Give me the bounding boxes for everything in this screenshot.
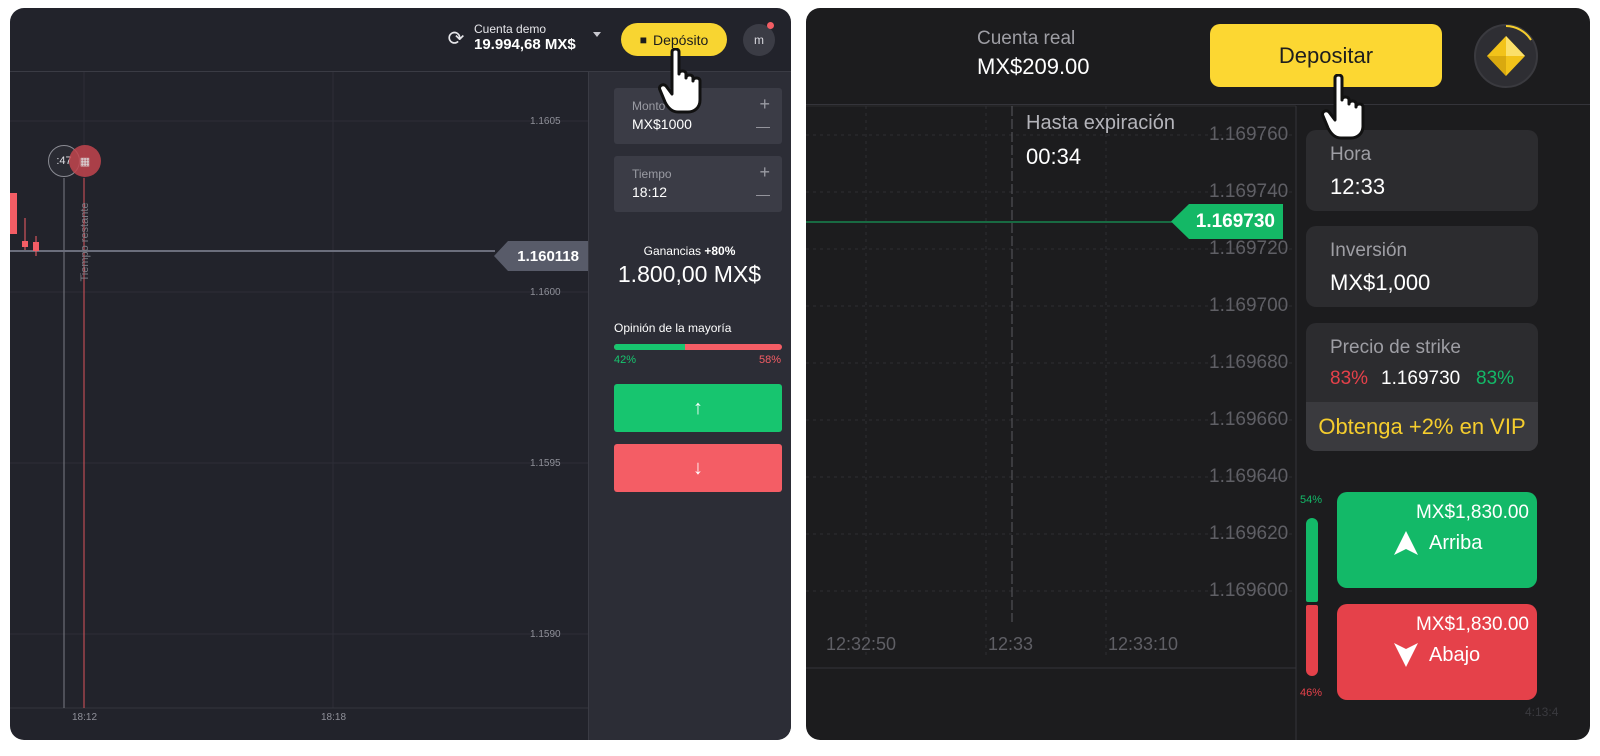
wallet-icon: ■ <box>639 32 647 47</box>
up-pct-label: 54% <box>1300 494 1323 506</box>
y-tick: 1.1595 <box>530 458 561 469</box>
y-tick: 1.169640 <box>1209 466 1289 487</box>
up-amount: MX$1,830.00 <box>1415 502 1529 523</box>
deposit-label: Depósito <box>652 31 709 48</box>
arrow-up-icon <box>1394 531 1418 555</box>
expiry-label: Hasta expiración <box>1026 112 1175 134</box>
real-trading-panel: 1.169760 1.169740 1.169720 1.169700 1.16… <box>806 8 1590 740</box>
strike-left-pct: 83% <box>1330 368 1369 389</box>
sentiment-up-fill <box>1306 518 1318 602</box>
y-tick: 1.1590 <box>530 629 561 640</box>
hand-cursor-icon <box>1321 74 1365 140</box>
amount-value: MX$1000 <box>632 116 692 132</box>
hour-label: Hora <box>1330 144 1372 165</box>
strike-card[interactable]: Precio de strike 83% 1.169730 83% Obteng… <box>1306 323 1538 451</box>
x-tick: 12:33 <box>988 634 1034 654</box>
sentiment-down-fill <box>1306 605 1318 676</box>
investment-value: MX$1,000 <box>1330 270 1431 295</box>
opinion-down-pct: 58% <box>759 354 782 366</box>
expiry-value: 00:34 <box>1026 144 1082 169</box>
avatar-letter: m <box>754 33 764 47</box>
down-amount: MX$1,830.00 <box>1415 614 1529 635</box>
account-info[interactable]: Cuenta real MX$209.00 <box>977 28 1090 80</box>
current-price-tag: 1.169730 <box>1171 204 1283 239</box>
arrow-up-icon: ↑ <box>693 396 703 419</box>
account-balance: 19.994,68 MX$ <box>474 36 576 53</box>
opinion-bar-fill <box>614 344 685 350</box>
y-tick: 1.169680 <box>1209 352 1289 373</box>
account-type: Cuenta demo <box>474 22 547 36</box>
time-label: Tiempo <box>632 167 672 181</box>
candle <box>10 193 17 234</box>
down-button[interactable]: MX$1,830.00 Abajo <box>1337 604 1537 700</box>
account-switcher[interactable]: Cuenta demo 19.994,68 MX$ <box>474 22 576 53</box>
account-balance: MX$209.00 <box>977 54 1090 79</box>
minus-icon[interactable]: — <box>756 118 770 134</box>
account-type: Cuenta real <box>977 28 1076 49</box>
finish-flag-icon: ▦ <box>69 145 101 177</box>
vip-progress-ring <box>1505 25 1532 41</box>
opinion-label: Opinión de la mayoría <box>614 321 732 335</box>
chevron-down-icon[interactable] <box>593 32 601 37</box>
hour-value: 12:33 <box>1330 174 1386 199</box>
down-label: Abajo <box>1429 643 1481 666</box>
y-tick: 1.169660 <box>1209 409 1289 430</box>
investment-label: Inversión <box>1330 240 1408 261</box>
up-label: Arriba <box>1429 531 1483 554</box>
hour-card[interactable]: Hora 12:33 <box>1306 130 1538 211</box>
current-price-tag: 1.160118 <box>494 241 588 271</box>
strike-right-pct: 83% <box>1476 368 1515 389</box>
down-pct-label: 46% <box>1300 687 1323 699</box>
y-tick: 1.169600 <box>1209 580 1289 601</box>
sentiment-bar <box>1306 518 1318 676</box>
hand-cursor-icon <box>658 48 702 114</box>
up-button[interactable]: MX$1,830.00 Arriba <box>1337 492 1537 588</box>
y-tick: 1.169760 <box>1209 124 1289 145</box>
earnings-label-row: Ganancias +80% <box>588 244 791 258</box>
y-tick: 1.169700 <box>1209 295 1289 316</box>
earnings-label: Ganancias <box>643 244 701 258</box>
y-tick: 1.169720 <box>1209 238 1289 259</box>
y-tick: 1.169740 <box>1209 181 1289 202</box>
y-tick: 1.1600 <box>530 287 561 298</box>
plus-icon[interactable]: + <box>759 95 770 113</box>
strike-label: Precio de strike <box>1330 337 1461 358</box>
up-button[interactable]: ↑ <box>614 384 782 432</box>
down-button[interactable]: ↓ <box>614 444 782 492</box>
corner-time: 4:13:4 <box>1525 705 1559 719</box>
opinion-up-pct: 42% <box>614 354 637 366</box>
top-bar <box>806 8 1590 105</box>
notification-dot <box>767 22 774 29</box>
x-tick: 12:33:10 <box>1108 634 1179 654</box>
investment-card[interactable]: Inversión MX$1,000 <box>1306 226 1538 307</box>
demo-trading-panel: :47 ▦ Tiempo restante 1.1605 1.1600 1.15… <box>10 8 791 740</box>
y-tick: 1.1605 <box>530 116 561 127</box>
vip-offer[interactable]: Obtenga +2% en VIP <box>1306 402 1538 451</box>
time-field[interactable]: Tiempo 18:12 + — <box>614 156 782 212</box>
x-tick: 18:12 <box>72 712 98 723</box>
strike-price: 1.169730 <box>1381 368 1461 389</box>
candle <box>22 241 28 247</box>
x-tick: 12:32:50 <box>826 634 897 654</box>
remaining-time-label: Tiempo restante <box>79 202 91 282</box>
refresh-icon[interactable]: ⟳ <box>443 25 469 51</box>
x-tick: 18:18 <box>321 712 347 723</box>
arrow-down-icon <box>1394 643 1418 667</box>
candle <box>33 242 39 251</box>
earnings-pct: +80% <box>704 244 736 258</box>
minus-icon[interactable]: — <box>756 186 770 202</box>
arrow-down-icon: ↓ <box>693 456 703 479</box>
earnings-value: 1.800,00 MX$ <box>617 261 762 287</box>
opinion-bar <box>614 344 782 350</box>
time-value: 18:12 <box>632 184 668 200</box>
y-tick: 1.169620 <box>1209 523 1289 544</box>
plus-icon[interactable]: + <box>759 163 770 181</box>
